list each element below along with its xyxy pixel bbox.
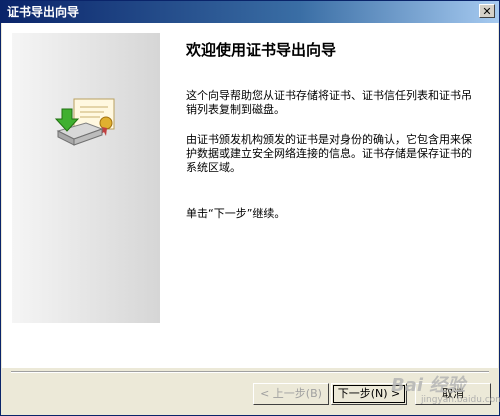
- intro-paragraph: 这个向导帮助您从证书存储将证书、证书信任列表和证书吊销列表复制到磁盘。: [186, 89, 472, 116]
- window-title: 证书导出向导: [7, 5, 80, 19]
- info-paragraph: 由证书颁发机构颁发的证书是对身份的确认，它包含用来保护数据或建立安全网络连接的信…: [186, 133, 472, 174]
- watermark-url: jingyan.baidu.com: [421, 395, 500, 405]
- close-button[interactable]: ✕: [479, 4, 495, 18]
- certificate-export-icon: [54, 98, 115, 146]
- side-banner: [12, 33, 160, 323]
- baidu-watermark: Bai 经验: [391, 375, 466, 396]
- wizard-window: 证书导出向导 ✕ 欢迎使用证书导出向导 这个向导帮助您从证书存储将证书、证书信任…: [0, 0, 500, 416]
- back-button[interactable]: < 上一步(B): [253, 383, 329, 405]
- continue-instruction: 单击“下一步”继续。: [186, 207, 286, 220]
- wizard-content: 欢迎使用证书导出向导 这个向导帮助您从证书存储将证书、证书信任列表和证书吊销列表…: [2, 23, 498, 368]
- wizard-heading: 欢迎使用证书导出向导: [186, 41, 337, 59]
- title-bar[interactable]: 证书导出向导 ✕: [1, 1, 499, 23]
